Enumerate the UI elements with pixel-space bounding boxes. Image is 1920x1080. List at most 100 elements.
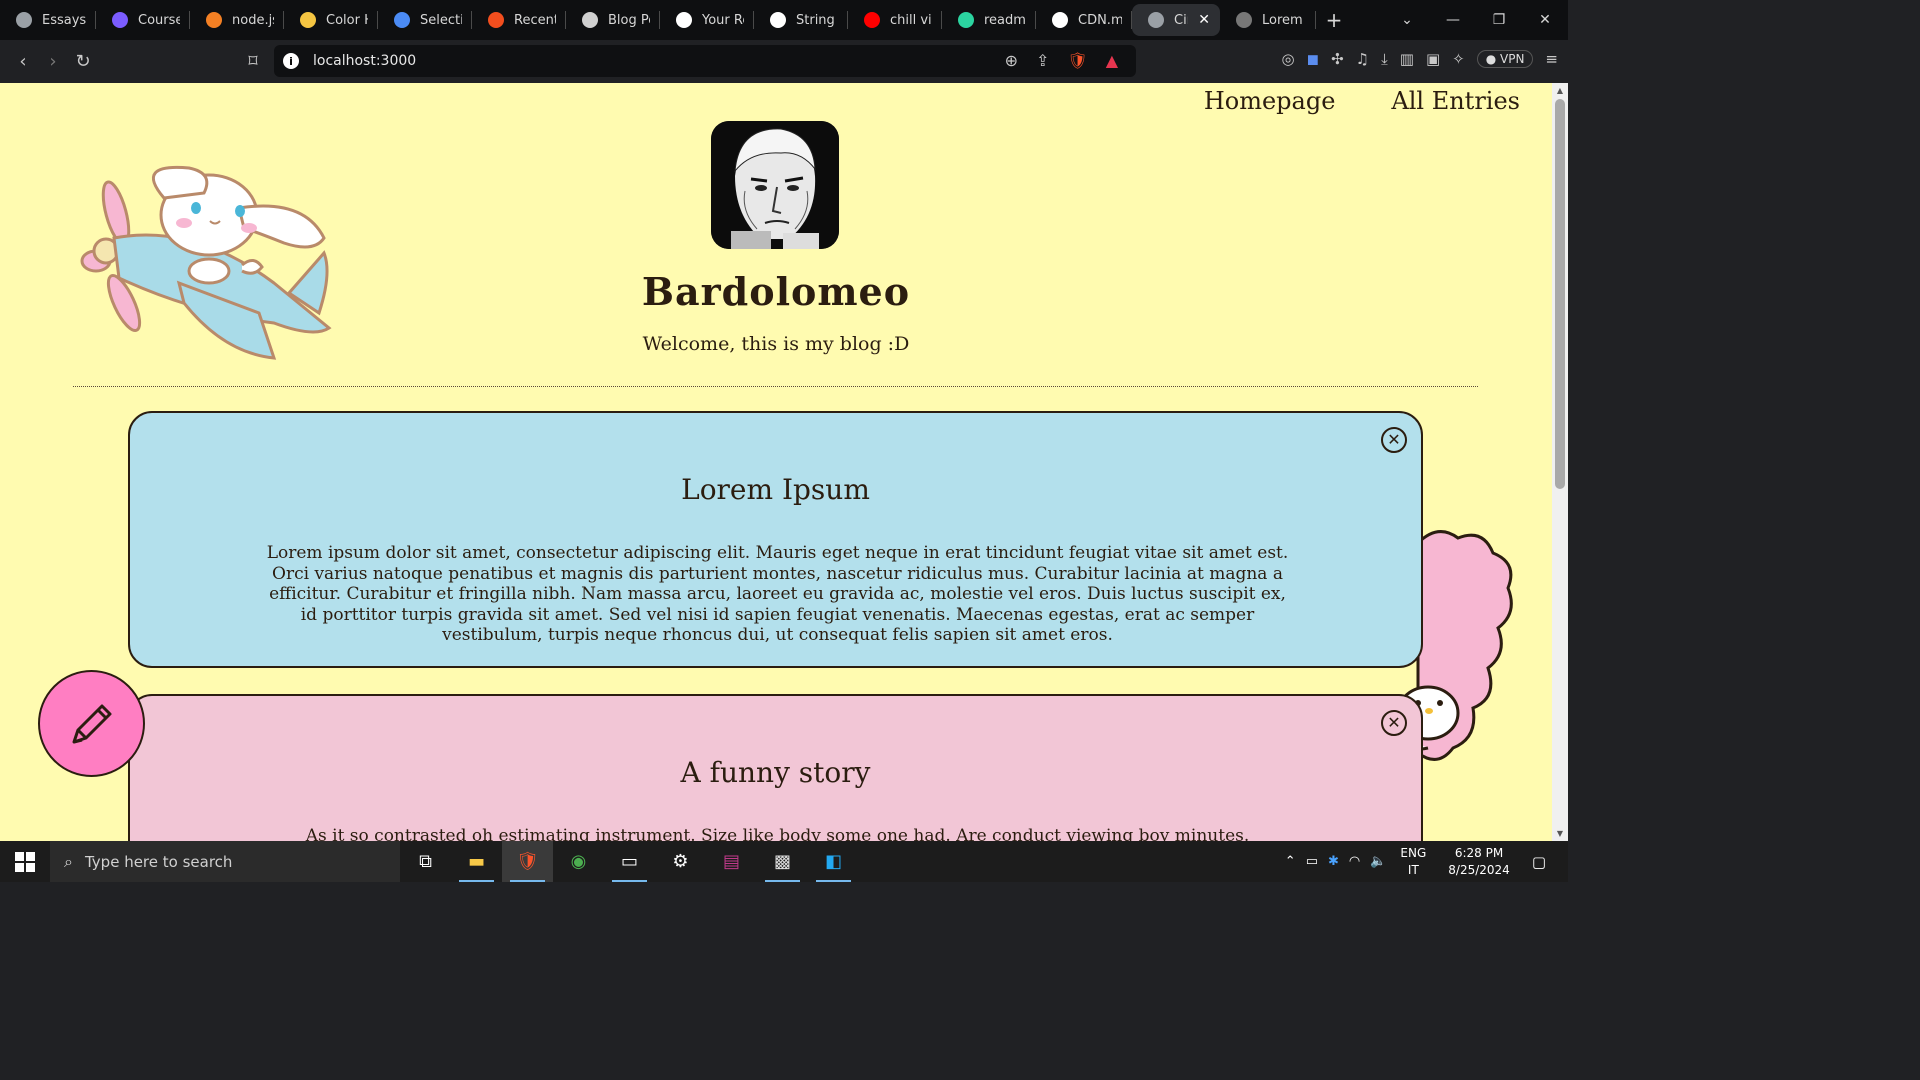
- new-tab-button[interactable]: +: [1316, 8, 1352, 32]
- figma-icon: [488, 12, 504, 28]
- entry-title: Lorem Ipsum: [681, 473, 870, 506]
- nav-all-entries-link[interactable]: All Entries: [1391, 87, 1520, 115]
- url-text: localhost:3000: [313, 53, 417, 69]
- address-bar[interactable]: i localhost:3000 ⊕ ⇪ 🛡 ▲: [274, 45, 1136, 77]
- grammarly-icon[interactable]: ◎: [1282, 50, 1295, 68]
- browser-tab[interactable]: Selectio: [378, 0, 472, 40]
- wifi-icon[interactable]: ◠: [1349, 854, 1360, 869]
- github-icon: [1052, 12, 1068, 28]
- media-icon[interactable]: ♫: [1356, 50, 1369, 68]
- bunny-airplane-illustration: [80, 165, 332, 360]
- scrollbar-thumb[interactable]: [1555, 99, 1565, 489]
- tab-label: Course:: [138, 12, 180, 28]
- tab-search-icon[interactable]: ⌄: [1384, 12, 1430, 28]
- settings-gear-icon[interactable]: ⚙: [655, 841, 706, 882]
- volume-icon[interactable]: 🔈: [1370, 854, 1386, 869]
- scroll-down-icon[interactable]: ▼: [1552, 829, 1568, 838]
- minimize-button[interactable]: —: [1430, 12, 1476, 28]
- notification-center-icon[interactable]: ▢: [1532, 853, 1546, 871]
- tab-label: Color H: [326, 12, 368, 28]
- course-icon: [112, 12, 128, 28]
- browser-tab[interactable]: Blog Po: [566, 0, 660, 40]
- window-controls: ⌄ — ❐ ✕: [1384, 0, 1568, 40]
- tab-label: node.js: [232, 12, 274, 28]
- page-scrollbar[interactable]: ▲ ▼: [1552, 83, 1568, 841]
- leo-ai-icon[interactable]: ✧: [1452, 50, 1465, 68]
- clock[interactable]: 6:28 PM 8/25/2024: [1448, 845, 1510, 879]
- language-indicator[interactable]: ENG IT: [1400, 845, 1426, 879]
- browser-tab[interactable]: Cin ✕: [1132, 4, 1220, 36]
- lorem-icon: [1236, 12, 1252, 28]
- bluetooth-icon[interactable]: ✱: [1328, 854, 1339, 869]
- tab-label: Cin: [1174, 12, 1188, 28]
- tray-overflow-chevron-icon[interactable]: ⌃: [1285, 854, 1296, 869]
- browser-tab[interactable]: Recents: [472, 0, 566, 40]
- bookmark-icon[interactable]: ⌑: [238, 51, 268, 72]
- restore-button[interactable]: ❐: [1476, 12, 1522, 28]
- pencil-icon: [72, 704, 111, 743]
- browser-tab[interactable]: Essays: [0, 0, 96, 40]
- site-title: Bardolomeo: [641, 269, 911, 314]
- sidebar-icon[interactable]: ▥: [1400, 50, 1414, 68]
- start-button[interactable]: [0, 841, 50, 882]
- brave-shields-icon[interactable]: 🛡: [1067, 51, 1087, 70]
- terminal-icon[interactable]: ▭: [604, 841, 655, 882]
- close-tab-icon[interactable]: ✕: [1198, 12, 1210, 28]
- task-view-icon[interactable]: ⧉: [400, 841, 451, 882]
- browser-tab[interactable]: chill vid: [848, 0, 942, 40]
- delete-entry-close-icon[interactable]: ✕: [1381, 710, 1407, 736]
- back-button[interactable]: ‹: [8, 51, 38, 72]
- wallet-icon[interactable]: ▣: [1426, 50, 1440, 68]
- top-nav: Homepage All Entries: [1204, 87, 1520, 115]
- author-avatar: [711, 121, 839, 249]
- entry-body: Lorem ipsum dolor sit amet, consectetur …: [266, 543, 1289, 645]
- reload-button[interactable]: ↻: [68, 51, 98, 72]
- tab-label: Selectio: [420, 12, 462, 28]
- menu-icon[interactable]: ≡: [1545, 50, 1558, 68]
- winrar-icon[interactable]: ▤: [706, 841, 757, 882]
- bitwarden-icon[interactable]: ◼: [1307, 50, 1319, 68]
- windows-logo-icon: [15, 851, 35, 872]
- readme-icon: [958, 12, 974, 28]
- nav-homepage-link[interactable]: Homepage: [1204, 87, 1336, 115]
- system-tray: ⌃ ▭ ✱ ◠ 🔈 ENG IT 6:28 PM 8/25/2024 ▢: [1285, 841, 1568, 882]
- close-window-button[interactable]: ✕: [1522, 12, 1568, 28]
- browser-tab[interactable]: Lorem Ip: [1220, 0, 1316, 40]
- delete-entry-close-icon[interactable]: ✕: [1381, 427, 1407, 453]
- browser-tab[interactable]: String -: [754, 0, 848, 40]
- zoom-icon[interactable]: ⊕: [1005, 51, 1018, 70]
- vpn-button[interactable]: ● VPN: [1476, 50, 1534, 68]
- browser-tab[interactable]: Course:: [96, 0, 190, 40]
- browser-tab[interactable]: Your Re: [660, 0, 754, 40]
- brave-rewards-icon[interactable]: ▲: [1106, 51, 1118, 70]
- header-divider: [73, 386, 1478, 387]
- extensions-icon[interactable]: ✣: [1331, 50, 1344, 68]
- file-explorer-icon[interactable]: ▬: [451, 841, 502, 882]
- browser-tab[interactable]: CDN.mc: [1036, 0, 1132, 40]
- page-viewport: Homepage All Entries Bardolomeo Welcome,…: [0, 83, 1552, 841]
- blog-entry-card: ✕ A funny story As it so contrasted oh e…: [128, 694, 1423, 841]
- search-icon: ⌕: [64, 851, 73, 871]
- new-entry-button[interactable]: [38, 670, 145, 777]
- tab-label: Lorem Ip: [1262, 12, 1306, 28]
- taskbar-search-box[interactable]: ⌕ Type here to search: [50, 841, 400, 882]
- clock-date: 8/25/2024: [1448, 862, 1510, 877]
- search-placeholder: Type here to search: [84, 852, 233, 871]
- share-icon[interactable]: ⇪: [1036, 51, 1049, 70]
- photo-viewer-icon[interactable]: ▩: [757, 841, 808, 882]
- battery-icon[interactable]: ▭: [1306, 854, 1318, 869]
- mdn-icon: [770, 12, 786, 28]
- vscode-icon[interactable]: ◧: [808, 841, 859, 882]
- globe-icon: [16, 12, 32, 28]
- downloads-icon[interactable]: ⤓: [1381, 50, 1388, 68]
- browser-tab[interactable]: Color H: [284, 0, 378, 40]
- chrome-icon[interactable]: ◉: [553, 841, 604, 882]
- brave-browser-icon[interactable]: 🛡: [502, 841, 553, 882]
- forward-button[interactable]: ›: [38, 51, 68, 72]
- browser-tab[interactable]: node.js: [190, 0, 284, 40]
- scroll-up-icon[interactable]: ▲: [1552, 86, 1568, 95]
- blog-icon: [582, 12, 598, 28]
- github-icon: [676, 12, 692, 28]
- browser-tab[interactable]: readme.: [942, 0, 1036, 40]
- site-info-icon[interactable]: i: [283, 53, 299, 69]
